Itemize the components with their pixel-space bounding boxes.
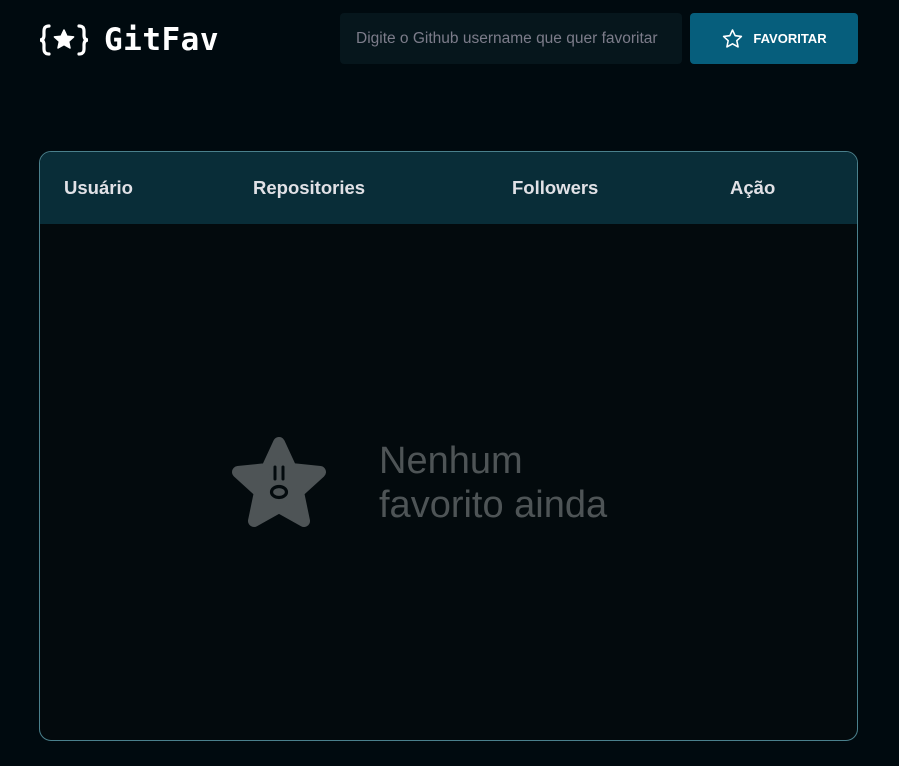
app-logo: GitFav: [38, 22, 219, 58]
column-header-acao: Ação: [730, 177, 776, 198]
empty-state-message: Nenhum favorito ainda: [379, 439, 659, 527]
empty-state: Nenhum favorito ainda: [231, 437, 659, 529]
surprised-star-icon: [231, 437, 327, 529]
column-header-repositories: Repositories: [253, 177, 366, 198]
favorites-table: Usuário Repositories Followers Ação Nenh…: [39, 151, 858, 741]
gitfav-page: GitFav FAVORITAR Usuário Repositories Fo…: [0, 0, 899, 766]
column-header-usuario: Usuário: [64, 177, 133, 198]
favoritar-button[interactable]: FAVORITAR: [690, 13, 858, 64]
braces-star-icon: [38, 23, 90, 57]
column-header-followers: Followers: [512, 177, 599, 198]
app-name: GitFav: [104, 22, 219, 58]
table-header: Usuário Repositories Followers Ação: [40, 152, 857, 224]
empty-state-line-1: Nenhum: [379, 440, 523, 482]
star-outline-icon: [721, 28, 744, 50]
github-username-input[interactable]: [340, 13, 682, 64]
favoritar-button-label: FAVORITAR: [753, 31, 827, 46]
empty-state-line-2: favorito ainda: [379, 484, 608, 526]
